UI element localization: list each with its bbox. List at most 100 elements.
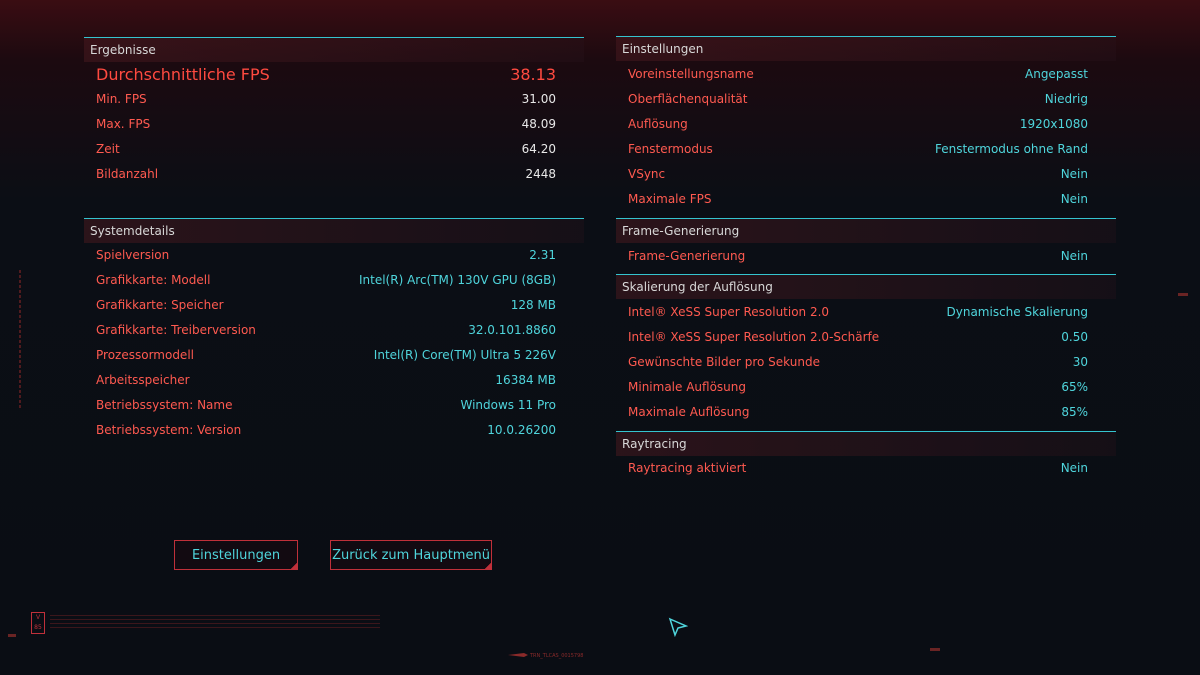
side-fine-print [19,270,21,410]
row-value: Nein [1060,461,1088,475]
max-fps-row: Max. FPS 48.09 [84,114,584,134]
settings-row: Auflösung 1920x1080 [616,114,1116,134]
row-value: Fenstermodus ohne Rand [934,142,1088,156]
bottom-code-text: TRN_TLCAS_0015798 [530,653,584,659]
raytracing-header: Raytracing [616,431,1116,456]
scaling-row: Maximale Auflösung 85% [616,402,1116,422]
row-value: 0.50 [1061,330,1088,344]
system-row: Betriebssystem: Version 10.0.26200 [84,420,584,440]
row-label: Maximale Auflösung [628,405,750,419]
row-label: Betriebssystem: Name [96,398,233,412]
row-label: Intel® XeSS Super Resolution 2.0-Schärfe [628,330,880,344]
row-label: Voreinstellungsname [628,67,754,81]
edge-marker-right [1178,293,1188,296]
row-value: 10.0.26200 [487,423,556,437]
framegen-row: Frame-Generierung Nein [616,246,1116,266]
row-label: Auflösung [628,117,688,131]
settings-row: Fenstermodus Fenstermodus ohne Rand [616,139,1116,159]
row-value: 85% [1061,405,1088,419]
cursor-icon [668,617,688,637]
fine-print-block [50,615,380,629]
row-label: Intel® XeSS Super Resolution 2.0 [628,305,830,319]
row-label: Frame-Generierung [628,249,746,263]
row-value: 2448 [525,167,556,181]
min-fps-row: Min. FPS 31.00 [84,89,584,109]
raytracing-panel: Raytracing Raytracing aktiviert Nein [616,431,1116,481]
system-row: Grafikkarte: Treiberversion 32.0.101.886… [84,320,584,340]
settings-row: Oberflächenqualität Niedrig [616,89,1116,109]
row-value: Nein [1060,192,1088,206]
system-row: Arbeitsspeicher 16384 MB [84,370,584,390]
results-panel: Ergebnisse Durchschnittliche FPS 38.13 M… [84,37,584,197]
system-details-panel: Systemdetails Spielversion 2.31 Grafikka… [84,218,584,448]
frame-generation-header: Frame-Generierung [616,218,1116,243]
row-label: Zeit [96,142,120,156]
row-label: Grafikkarte: Modell [96,273,211,287]
row-label: Bildanzahl [96,167,159,181]
row-value: 16384 MB [495,373,556,387]
row-value: Intel(R) Core(TM) Ultra 5 226V [373,348,556,362]
row-value: 65% [1061,380,1088,394]
time-row: Zeit 64.20 [84,139,584,159]
row-label: Fenstermodus [628,142,713,156]
row-value: 48.09 [521,117,556,131]
system-details-header: Systemdetails [84,218,584,243]
row-label: Maximale FPS [628,192,712,206]
avg-fps-value: 38.13 [510,65,556,84]
row-value: 2.31 [529,248,556,262]
edge-marker-bottom-left [8,634,16,637]
row-value: Niedrig [1044,92,1088,106]
row-value: Nein [1060,249,1088,263]
row-label: Grafikkarte: Speicher [96,298,224,312]
scaling-row: Gewünschte Bilder pro Sekunde 30 [616,352,1116,372]
results-header: Ergebnisse [84,37,584,62]
row-label: Minimale Auflösung [628,380,746,394]
scaling-header: Skalierung der Auflösung [616,274,1116,299]
system-row: Prozessormodell Intel(R) Core(TM) Ultra … [84,345,584,365]
row-value: Angepasst [1025,67,1088,81]
row-label: Betriebssystem: Version [96,423,242,437]
row-label: Spielversion [96,248,170,262]
row-value: Intel(R) Arc(TM) 130V GPU (8GB) [358,273,556,287]
settings-header: Einstellungen [616,36,1116,61]
row-value: Windows 11 Pro [460,398,556,412]
frame-count-row: Bildanzahl 2448 [84,164,584,184]
avg-fps-label: Durchschnittliche FPS [96,65,270,84]
row-value: 1920x1080 [1019,117,1088,131]
arrow-decor-icon [508,653,528,657]
row-label: Raytracing aktiviert [628,461,747,475]
settings-row: Maximale FPS Nein [616,189,1116,209]
scaling-row: Intel® XeSS Super Resolution 2.0-Schärfe… [616,327,1116,347]
row-label: Gewünschte Bilder pro Sekunde [628,355,820,369]
system-row: Betriebssystem: Name Windows 11 Pro [84,395,584,415]
system-row: Grafikkarte: Modell Intel(R) Arc(TM) 130… [84,270,584,290]
scaling-panel: Skalierung der Auflösung Intel® XeSS Sup… [616,274,1116,424]
row-value: 30 [1072,355,1088,369]
row-value: 32.0.101.8860 [468,323,556,337]
settings-panel: Einstellungen Voreinstellungsname Angepa… [616,36,1116,216]
row-value: Dynamische Skalierung [946,305,1089,319]
settings-button[interactable]: Einstellungen [174,540,298,570]
row-label: Oberflächenqualität [628,92,748,106]
row-label: Grafikkarte: Treiberversion [96,323,256,337]
settings-row: VSync Nein [616,164,1116,184]
settings-row: Voreinstellungsname Angepasst [616,64,1116,84]
row-label: Arbeitsspeicher [96,373,190,387]
edge-marker-bottom-right [930,648,940,651]
row-value: 31.00 [521,92,556,106]
row-label: Min. FPS [96,92,147,106]
row-value: 128 MB [510,298,556,312]
frame-generation-panel: Frame-Generierung Frame-Generierung Nein [616,218,1116,268]
row-label: Max. FPS [96,117,151,131]
avg-fps-row: Durchschnittliche FPS 38.13 [84,63,584,87]
system-row: Grafikkarte: Speicher 128 MB [84,295,584,315]
scaling-row: Intel® XeSS Super Resolution 2.0 Dynamis… [616,302,1116,322]
row-value: Nein [1060,167,1088,181]
back-to-main-menu-button[interactable]: Zurück zum Hauptmenü [330,540,492,570]
raytracing-row: Raytracing aktiviert Nein [616,458,1116,478]
row-value: 64.20 [521,142,556,156]
row-label: Prozessormodell [96,348,194,362]
version-logo: V 85 [31,612,45,634]
system-row: Spielversion 2.31 [84,245,584,265]
scaling-row: Minimale Auflösung 65% [616,377,1116,397]
